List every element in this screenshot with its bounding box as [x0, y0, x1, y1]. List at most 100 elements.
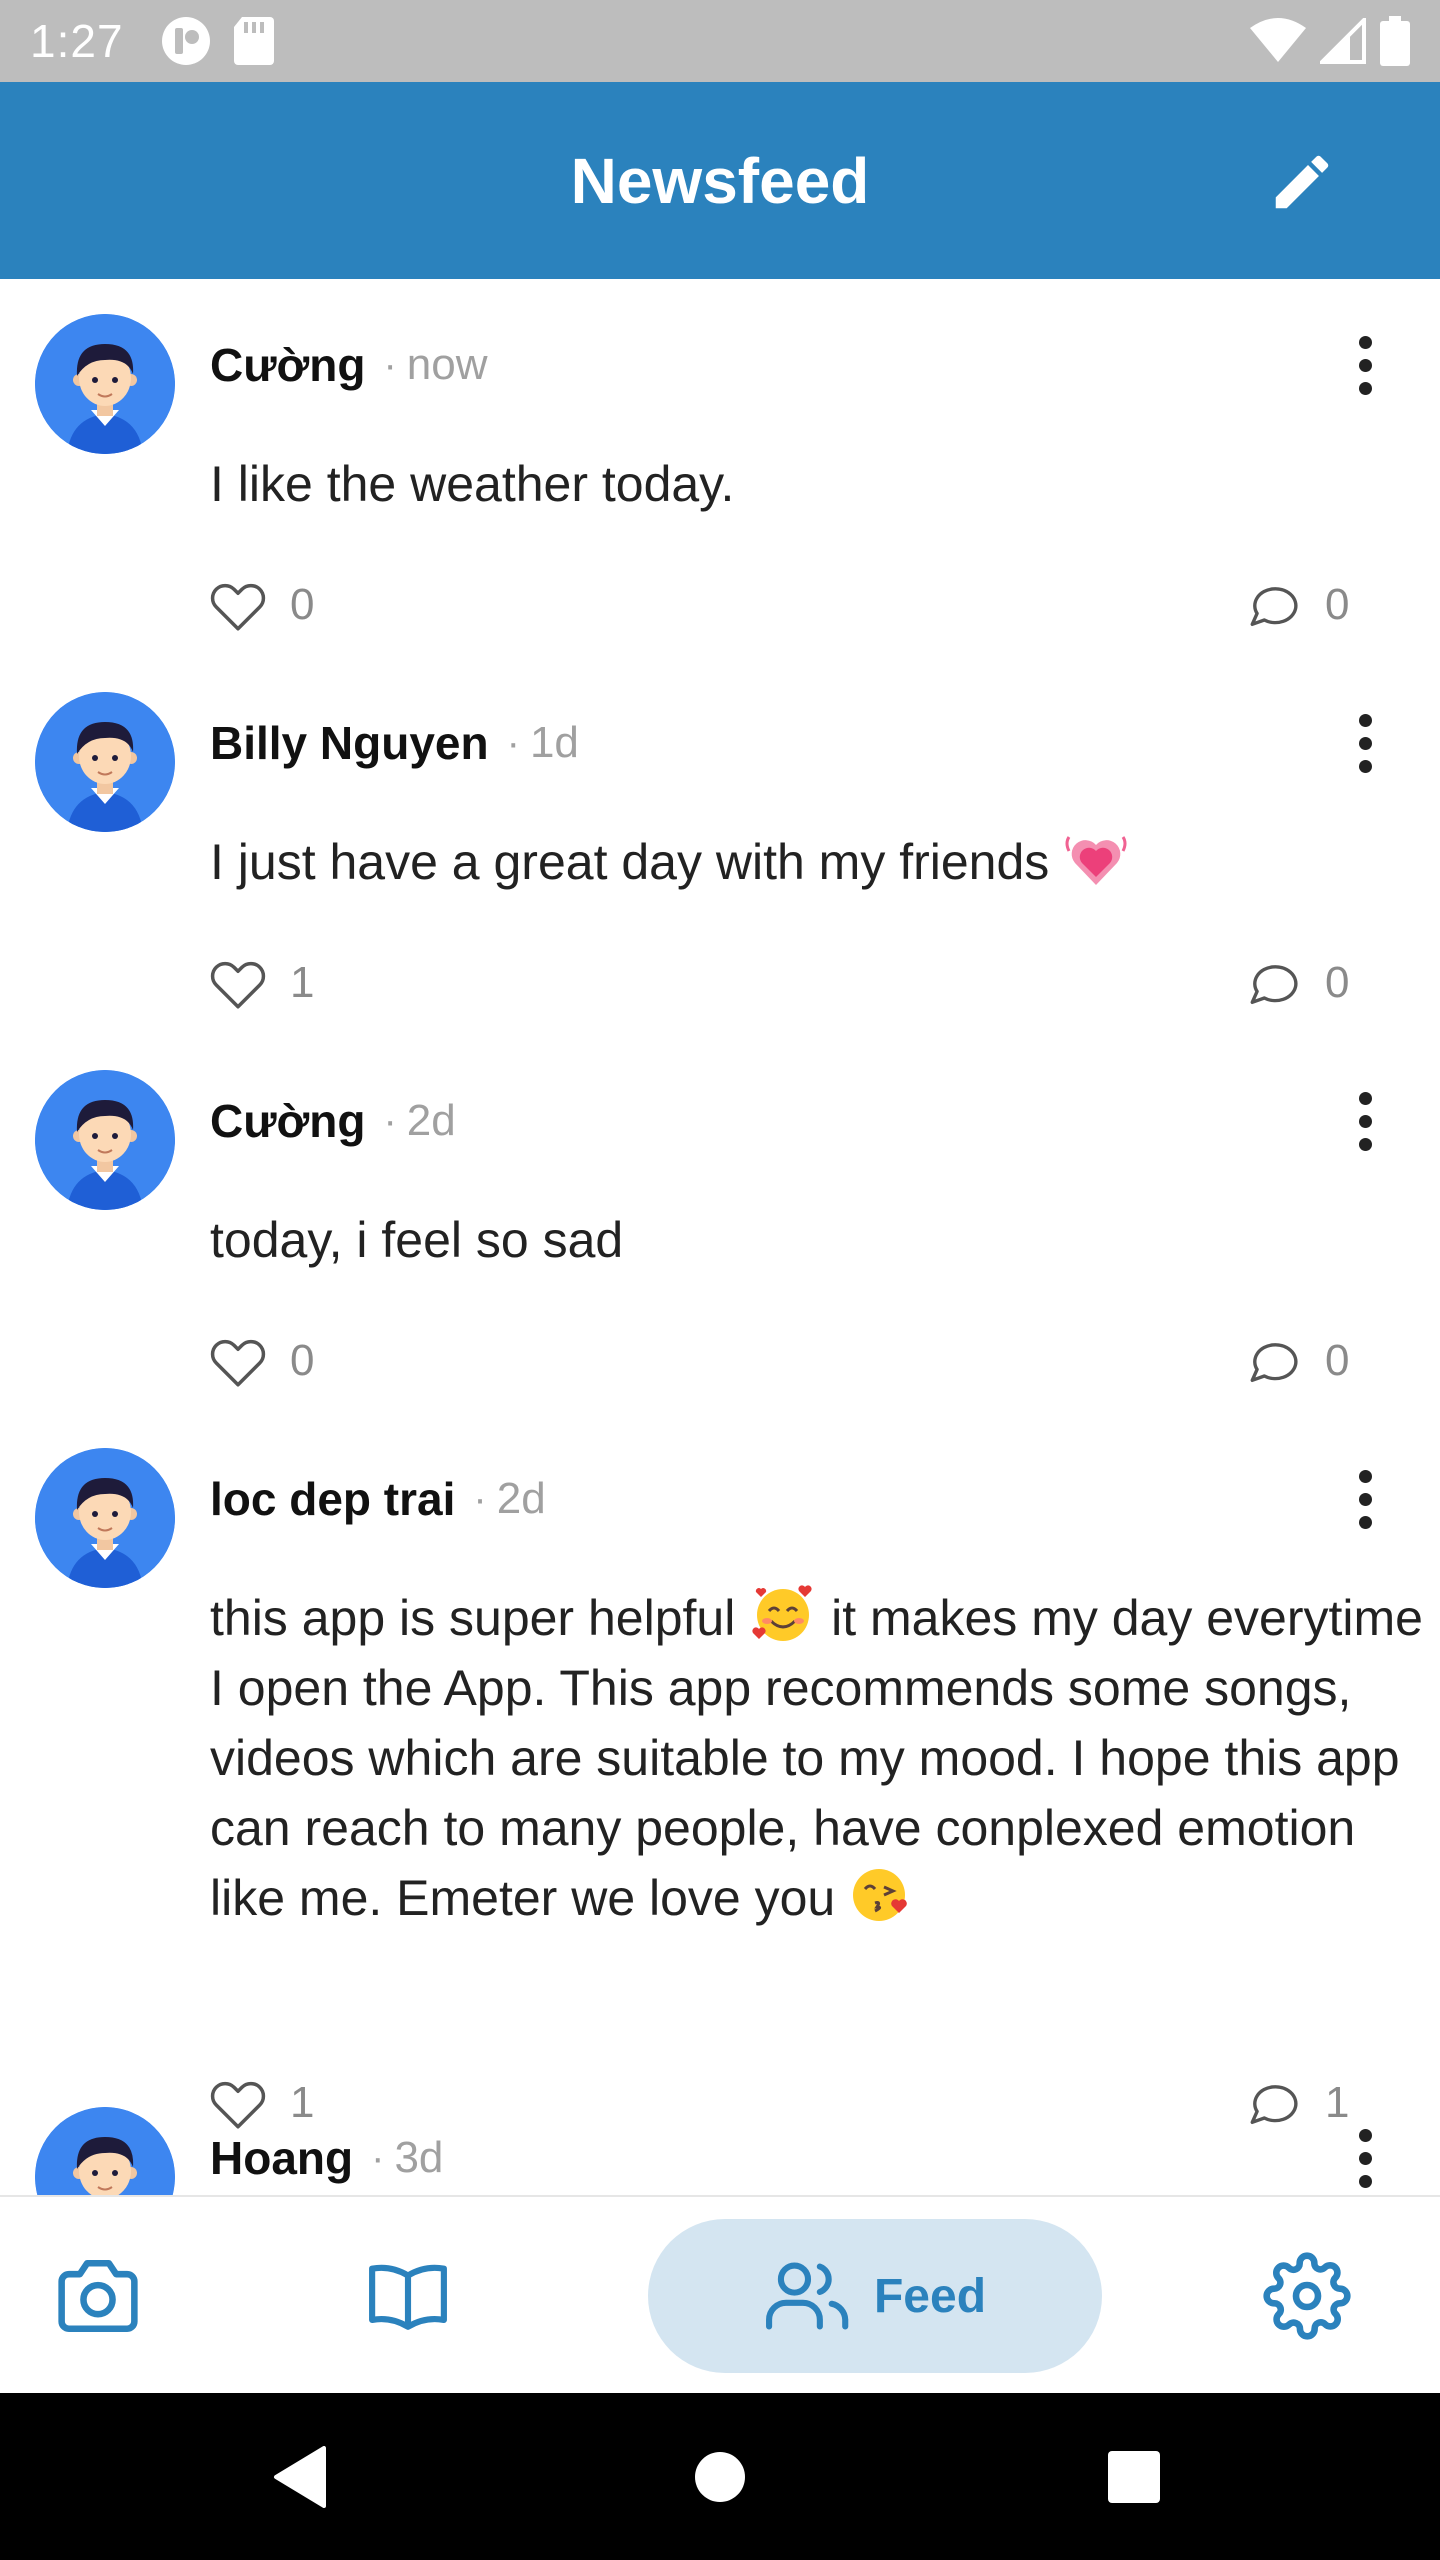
smiling-face-with-hearts-emoji [752, 1585, 812, 1641]
status-left-icons [160, 15, 274, 67]
avatar-icon [35, 1070, 175, 1210]
avatar[interactable] [35, 314, 175, 454]
separator-dot: · [383, 1098, 397, 1143]
system-navigation-bar [0, 2393, 1440, 2560]
more-vertical-icon [1358, 713, 1372, 727]
post-more-button[interactable] [1335, 703, 1395, 783]
more-vertical-dot [1358, 1114, 1372, 1128]
post-header: Cường · 2d [210, 1081, 456, 1161]
comment-bubble-icon [1250, 1343, 1298, 1383]
face-blowing-kiss-emoji [853, 1869, 907, 1921]
camera-icon [58, 2260, 138, 2332]
like-count: 1 [290, 958, 315, 1007]
comment-count: 0 [1325, 580, 1350, 629]
post-time: 2d [496, 1474, 546, 1523]
system-home-button[interactable] [660, 2393, 780, 2560]
comment-count: 0 [1325, 1336, 1350, 1385]
comment-bubble-icon [1250, 965, 1298, 1005]
post-header: Cường · now [210, 325, 487, 405]
avatar-icon [35, 692, 175, 832]
post-body-text: I just have a great day with my friends [210, 834, 1050, 890]
gear-icon [1263, 2252, 1351, 2340]
nav-feed[interactable]: Feed [648, 2219, 1102, 2373]
like-button[interactable]: 0 [208, 570, 314, 640]
post-more-button[interactable] [1335, 325, 1395, 405]
comment-button[interactable]: 1 [1245, 2068, 1349, 2138]
more-vertical-dot [1358, 759, 1372, 773]
post-body: today, i feel so sad [210, 1212, 624, 1268]
comment-button[interactable]: 0 [1245, 948, 1349, 1018]
more-vertical-dot [1358, 2151, 1372, 2165]
nav-feed-label: Feed [873, 2269, 987, 2323]
app-bar: Newsfeed [0, 82, 1440, 279]
post-more-button[interactable] [1335, 1459, 1395, 1539]
post-body: I just have a great day with my friends [210, 827, 1435, 897]
more-vertical-dot [1358, 1515, 1372, 1529]
comment-button[interactable]: 0 [1245, 570, 1349, 640]
post-body: I like the weather today. [210, 456, 735, 512]
avatar-icon [35, 1448, 175, 1588]
system-back-button[interactable] [240, 2393, 360, 2560]
separator-dot: · [371, 2135, 385, 2180]
more-vertical-icon [1358, 1091, 1372, 1105]
book-icon [369, 2264, 447, 2330]
battery-icon [1380, 16, 1410, 66]
bottom-navigation: Feed [0, 2195, 1440, 2393]
more-vertical-dot [1358, 736, 1372, 750]
comment-bubble-icon [1250, 587, 1298, 627]
post-header: Hoang · 3d [210, 2118, 443, 2195]
nav-journal[interactable] [348, 2197, 468, 2395]
like-count: 0 [290, 580, 315, 629]
avatar-icon [35, 314, 175, 454]
author-name[interactable]: Cường [210, 1094, 365, 1148]
sd-card-icon [233, 17, 274, 65]
heart-outline-icon [210, 961, 266, 1009]
status-time: 1:27 [30, 15, 124, 67]
avatar[interactable] [35, 692, 175, 832]
post-body: this app is super helpful it makes my da… [210, 1583, 1435, 1933]
avatar[interactable] [35, 1070, 175, 1210]
post-header: loc dep trai · 2d [210, 1459, 546, 1539]
nav-settings[interactable] [1247, 2197, 1367, 2395]
comment-bubble-icon [1250, 2085, 1298, 2125]
more-vertical-dot [1358, 2174, 1372, 2188]
status-bar: 1:27 [0, 0, 1440, 82]
recents-square-icon [1108, 2450, 1160, 2503]
users-icon [766, 2262, 849, 2330]
more-vertical-dot [1358, 381, 1372, 395]
more-vertical-icon [1358, 1469, 1372, 1483]
wifi-icon [1250, 18, 1306, 62]
heart-outline-icon [210, 583, 266, 631]
post-more-button[interactable] [1335, 1081, 1395, 1161]
sync-notification-icon [161, 17, 210, 65]
post-time: 2d [406, 1096, 456, 1145]
separator-dot: · [506, 720, 520, 765]
cell-signal-icon [1320, 18, 1366, 64]
heart-outline-icon [210, 1339, 266, 1387]
like-button[interactable]: 1 [208, 948, 314, 1018]
growing-heart-emoji [1065, 836, 1127, 885]
comment-button[interactable]: 0 [1245, 1326, 1349, 1396]
newsfeed-list[interactable]: Cường · now I like the weather today. 0 … [0, 279, 1440, 2195]
more-vertical-icon [1358, 2128, 1372, 2142]
author-name[interactable]: Hoang [210, 2131, 353, 2185]
like-button[interactable]: 0 [208, 1326, 314, 1396]
nav-camera[interactable] [38, 2197, 158, 2395]
status-right-icons [1250, 16, 1410, 66]
post-more-button[interactable] [1335, 2118, 1395, 2195]
comment-count: 0 [1325, 958, 1350, 1007]
separator-dot: · [383, 342, 397, 387]
post-time: now [406, 340, 488, 389]
author-name[interactable]: Billy Nguyen [210, 716, 489, 770]
post-time: 1d [529, 718, 579, 767]
avatar[interactable] [35, 2107, 175, 2195]
edit-post-button[interactable] [1264, 144, 1340, 220]
author-name[interactable]: Cường [210, 338, 365, 392]
post-body-text: this app is super helpful [210, 1590, 736, 1646]
more-vertical-dot [1358, 1137, 1372, 1151]
system-recents-button[interactable] [1074, 2393, 1194, 2560]
avatar-icon [35, 2107, 175, 2195]
author-name[interactable]: loc dep trai [210, 1472, 455, 1526]
avatar[interactable] [35, 1448, 175, 1588]
more-vertical-icon [1358, 335, 1372, 349]
